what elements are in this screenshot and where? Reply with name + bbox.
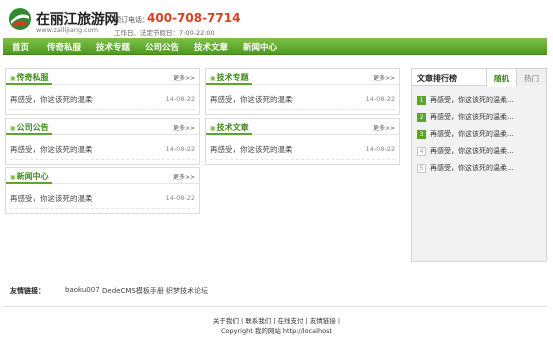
- article-link[interactable]: 再感受，你这该死的温柔: [10, 193, 93, 204]
- bullet-icon: ▣: [10, 75, 16, 82]
- tab-hot[interactable]: 热门: [516, 69, 546, 86]
- title-underline: [206, 83, 252, 85]
- main-nav: 首页 传奇私服 技术专题 公司公告 技术文章 新闻中心: [3, 38, 547, 55]
- ranking-item-text: 再感受，你这该死的温柔...: [430, 130, 514, 138]
- section-box-tech-topics: ▣技术专题 更多>> 再感受，你这该死的温柔 14-08-22: [205, 68, 400, 115]
- box-title[interactable]: ▣技术文章: [210, 122, 249, 133]
- ranking-item-text: 再感受，你这该死的温柔...: [430, 164, 514, 172]
- site-url: www.zailijiang.com: [36, 26, 99, 34]
- ranking-item-text: 再感受，你这该死的温柔...: [430, 96, 514, 104]
- site-header: 在丽江旅游网 www.zailijiang.com 预订电话： 400-708-…: [0, 0, 553, 38]
- box-title[interactable]: ▣公司公告: [10, 122, 49, 133]
- bullet-icon: ▣: [10, 174, 16, 181]
- section-box-tech-articles: ▣技术文章 更多>> 再感受，你这该死的温柔 14-08-22: [205, 118, 400, 165]
- box-title[interactable]: ▣传奇私服: [10, 72, 49, 83]
- box-header: ▣公司公告 更多>>: [6, 119, 199, 135]
- ranking-item[interactable]: 3 再感受，你这该死的温柔...: [417, 129, 514, 139]
- row-divider: [210, 109, 395, 110]
- box-header: ▣技术专题 更多>>: [206, 69, 399, 85]
- box-title[interactable]: ▣新闻中心: [10, 171, 49, 182]
- article-date: 14-08-22: [165, 145, 195, 153]
- friend-link[interactable]: DedeCMS模板手册: [102, 286, 164, 296]
- article-date: 14-08-22: [165, 194, 195, 202]
- article-ranking-panel: 文章排行榜 随机 热门 1 再感受，你这该死的温柔... 2 再感受，你这该死的温柔…: [411, 68, 547, 262]
- nav-item-news-center[interactable]: 新闻中心: [243, 41, 277, 53]
- title-underline: [206, 133, 252, 135]
- article-link[interactable]: 再感受，你这该死的温柔: [210, 144, 293, 155]
- more-link[interactable]: 更多>>: [173, 123, 195, 132]
- ranking-item[interactable]: 5 再感受，你这该死的温柔...: [417, 163, 514, 173]
- rank-number: 2: [417, 112, 426, 122]
- box-title-text: 技术专题: [216, 73, 249, 82]
- row-divider: [10, 159, 195, 160]
- box-title-text: 新闻中心: [16, 172, 49, 181]
- article-link[interactable]: 再感受，你这该死的温柔: [10, 144, 93, 155]
- section-box-announcements: ▣公司公告 更多>> 再感受，你这该死的温柔 14-08-22: [5, 118, 200, 165]
- rank-number: 5: [417, 163, 426, 173]
- nav-item-tech-topics[interactable]: 技术专题: [96, 41, 130, 53]
- nav-item-legend-servers[interactable]: 传奇私服: [47, 41, 81, 53]
- more-link[interactable]: 更多>>: [373, 123, 395, 132]
- box-title-text: 技术文章: [216, 123, 249, 132]
- article-link[interactable]: 再感受，你这该死的温柔: [10, 94, 93, 105]
- service-hours: 工作日、法定节假日：7:00-22:00: [114, 29, 215, 37]
- box-title[interactable]: ▣技术专题: [210, 72, 249, 83]
- hotline-number: 400-708-7714: [147, 11, 241, 25]
- box-title-text: 公司公告: [16, 123, 49, 132]
- section-box-legend-servers: ▣传奇私服 更多>> 再感受，你这该死的温柔 14-08-22: [5, 68, 200, 115]
- more-link[interactable]: 更多>>: [173, 73, 195, 82]
- nav-item-tech-articles[interactable]: 技术文章: [194, 41, 228, 53]
- rank-number: 1: [417, 95, 426, 105]
- friend-links-label: 友情链接：: [10, 286, 45, 296]
- ranking-item[interactable]: 4 再感受，你这该死的温柔...: [417, 146, 514, 156]
- title-underline: [6, 182, 52, 184]
- footer-divider: [3, 306, 547, 307]
- article-link[interactable]: 再感受，你这该死的温柔: [210, 94, 293, 105]
- friend-link[interactable]: baoku007: [65, 286, 100, 294]
- rank-number: 3: [417, 129, 426, 139]
- nav-item-announcements[interactable]: 公司公告: [145, 41, 179, 53]
- article-date: 14-08-22: [365, 145, 395, 153]
- row-divider: [210, 159, 395, 160]
- more-link[interactable]: 更多>>: [373, 73, 395, 82]
- article-date: 14-08-22: [165, 95, 195, 103]
- ranking-item-text: 再感受，你这该死的温柔...: [430, 147, 514, 155]
- friend-link[interactable]: 织梦技术论坛: [166, 286, 208, 296]
- bullet-icon: ▣: [210, 125, 216, 132]
- title-underline: [6, 83, 52, 85]
- row-divider: [10, 109, 195, 110]
- box-header: ▣新闻中心 更多>>: [6, 168, 199, 184]
- box-title-text: 传奇私服: [16, 73, 49, 82]
- footer-copyright: Copyright 我的网站 http://localhost: [221, 327, 332, 335]
- tab-random[interactable]: 随机: [486, 69, 516, 87]
- bullet-icon: ▣: [10, 125, 16, 132]
- box-header: ▣传奇私服 更多>>: [6, 69, 199, 85]
- article-date: 14-08-22: [365, 95, 395, 103]
- section-box-news-center: ▣新闻中心 更多>> 再感受，你这该死的温柔 14-08-22: [5, 167, 200, 214]
- nav-item-home[interactable]: 首页: [12, 41, 29, 53]
- box-header: ▣技术文章 更多>>: [206, 119, 399, 135]
- footer-links[interactable]: 关于我们 | 联系我们 | 在线支付 | 友情链接 |: [0, 315, 553, 325]
- ranking-item-text: 再感受，你这该死的温柔...: [430, 113, 514, 121]
- logo-icon[interactable]: [8, 7, 32, 31]
- more-link[interactable]: 更多>>: [173, 172, 195, 181]
- rank-number: 4: [417, 146, 426, 156]
- row-divider: [10, 208, 195, 209]
- bullet-icon: ▣: [210, 75, 216, 82]
- friend-links-label-text: 友情链接：: [10, 287, 45, 295]
- ranking-item[interactable]: 2 再感受，你这该死的温柔...: [417, 112, 514, 122]
- title-underline: [6, 133, 52, 135]
- ranking-title: 文章排行榜: [417, 74, 457, 83]
- ranking-item[interactable]: 1 再感受，你这该死的温柔...: [417, 95, 514, 105]
- ranking-header: 文章排行榜 随机 热门: [412, 69, 546, 87]
- hotline-label: 预订电话：: [114, 16, 149, 24]
